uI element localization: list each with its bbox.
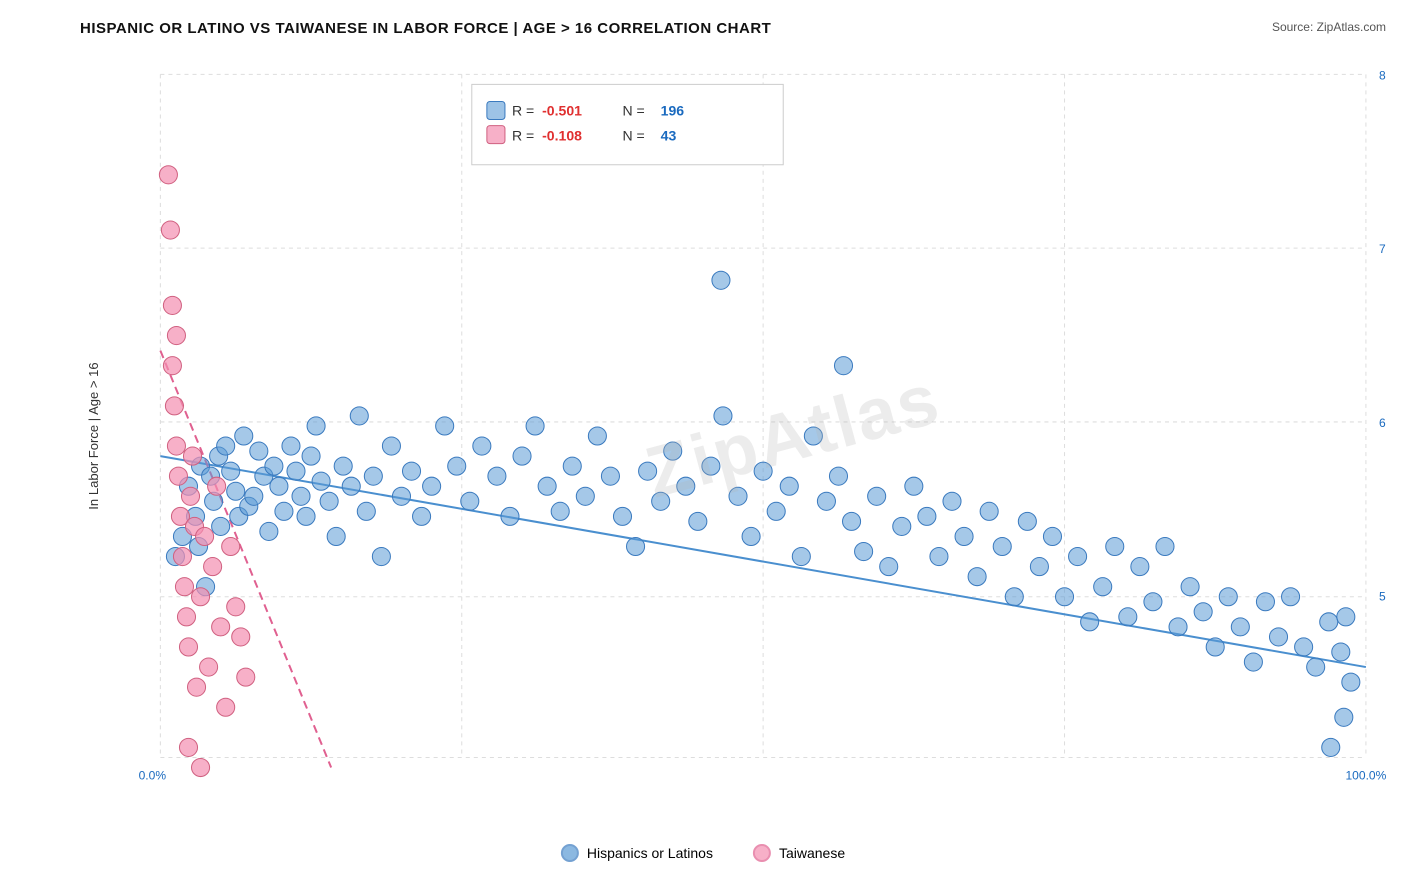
- x-label-100: 100.0%: [1345, 769, 1386, 783]
- svg-text:196: 196: [661, 103, 685, 119]
- svg-text:N =: N =: [622, 128, 644, 144]
- scatter-plot-svg: .axis-label { font-family: Arial, sans-s…: [80, 45, 1386, 827]
- legend-item-hispanic: Hispanics or Latinos: [561, 844, 713, 862]
- svg-text:N =: N =: [622, 103, 644, 119]
- svg-text:R =: R =: [512, 103, 534, 119]
- chart-title: HISPANIC OR LATINO VS TAIWANESE IN LABOR…: [80, 20, 1386, 37]
- legend-container: Hispanics or Latinos Taiwanese: [561, 844, 845, 862]
- svg-text:-0.501: -0.501: [542, 103, 582, 119]
- legend-dot-taiwanese: [753, 844, 771, 862]
- y-label-575: 57.5%: [1379, 590, 1386, 604]
- svg-text:-0.108: -0.108: [542, 128, 582, 144]
- legend-label-hispanic: Hispanics or Latinos: [587, 845, 713, 861]
- svg-text:R =: R =: [512, 128, 534, 144]
- y-label-80: 80.0%: [1379, 68, 1386, 82]
- x-label-0: 0.0%: [139, 769, 167, 783]
- chart-container: HISPANIC OR LATINO VS TAIWANESE IN LABOR…: [0, 0, 1406, 892]
- y-label-65: 65.0%: [1379, 416, 1386, 430]
- legend-dot-hispanic: [561, 844, 579, 862]
- legend-label-taiwanese: Taiwanese: [779, 845, 845, 861]
- y-axis-label: In Labor Force | Age > 16: [86, 362, 101, 509]
- source-label: Source: ZipAtlas.com: [1272, 20, 1386, 34]
- chart-area: ZipAtlas .axis-label { font-family: Aria…: [80, 45, 1386, 827]
- svg-text:43: 43: [661, 128, 677, 144]
- y-label-725: 72.5%: [1379, 242, 1386, 256]
- legend-item-taiwanese: Taiwanese: [753, 844, 845, 862]
